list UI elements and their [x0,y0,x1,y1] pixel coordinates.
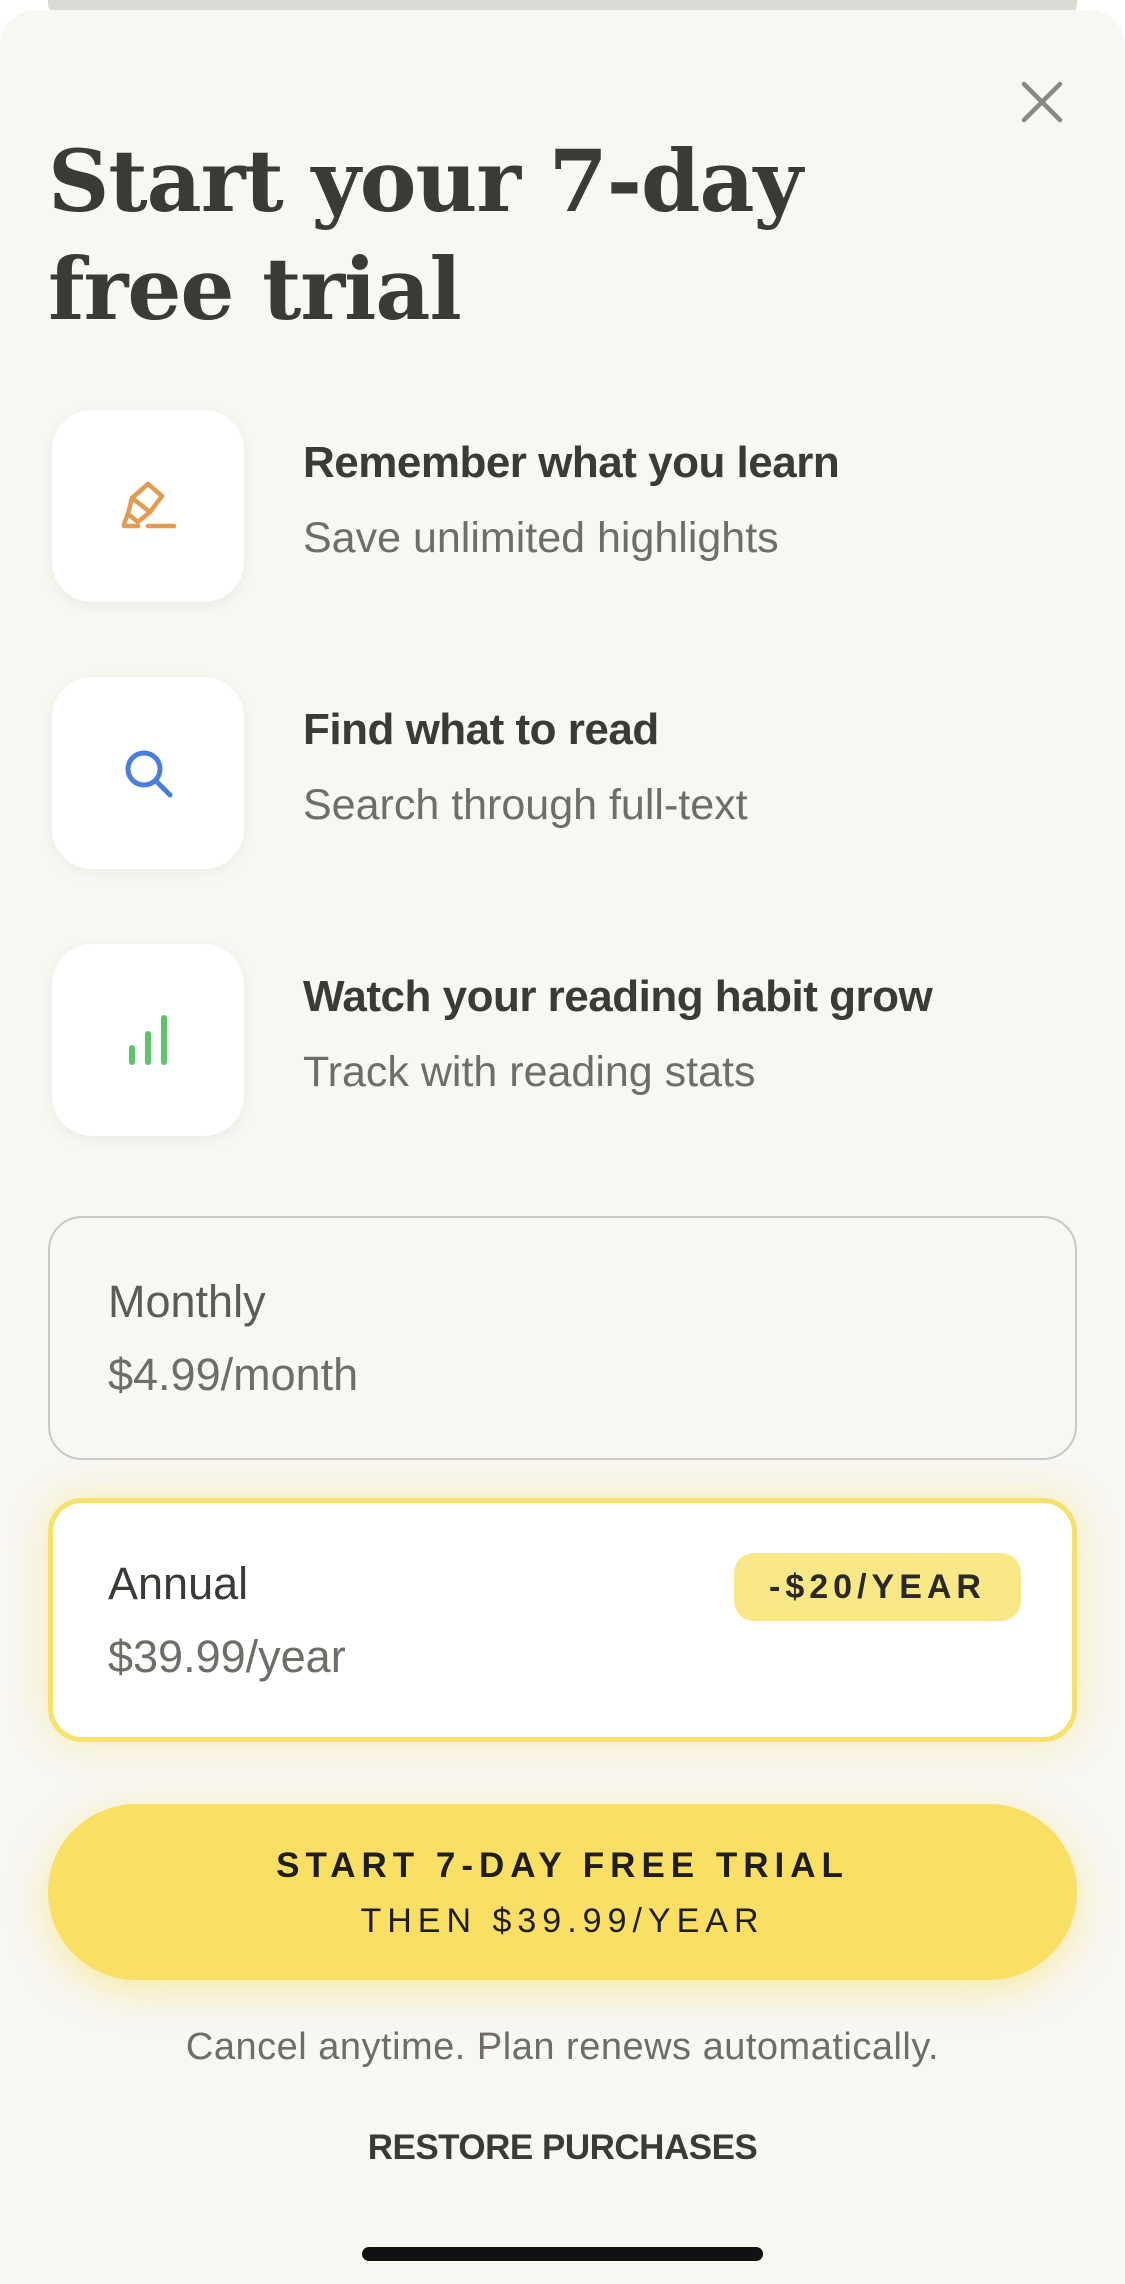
home-indicator[interactable] [362,2247,763,2261]
restore-purchases-button[interactable]: RESTORE PURCHASES [0,2128,1125,2168]
cta-primary-label: START 7-DAY FREE TRIAL [276,1846,849,1885]
plan-name: Monthly [108,1276,266,1327]
feature-title: Watch your reading habit grow [303,972,933,1021]
plan-option-monthly[interactable]: Monthly $4.99/month [48,1216,1077,1460]
cta-secondary-label: THEN $39.99/YEAR [360,1902,765,1940]
feature-title: Remember what you learn [303,438,840,487]
highlighter-icon [121,481,177,529]
feature-icon-tile [52,677,244,869]
plan-price: $4.99/month [108,1349,359,1400]
page-title: Start your 7-day free trial [48,128,948,344]
feature-stats: Watch your reading habit grow Track with… [52,944,1072,1136]
close-icon [1021,81,1063,123]
plan-price: $39.99/year [108,1631,346,1682]
title-line-1: Start your 7-day [48,132,803,232]
feature-highlights: Remember what you learn Save unlimited h… [52,410,1072,602]
start-trial-button[interactable]: START 7-DAY FREE TRIAL THEN $39.99/YEAR [48,1804,1077,1980]
renewal-disclaimer: Cancel anytime. Plan renews automaticall… [185,2026,940,2068]
close-button[interactable] [1012,72,1072,132]
feature-title: Find what to read [303,705,659,754]
plan-option-annual[interactable]: Annual $39.99/year -$20/YEAR [48,1498,1077,1742]
plan-name: Annual [108,1558,249,1609]
feature-icon-tile [52,410,244,602]
title-line-2: free trial [48,240,462,340]
discount-badge: -$20/YEAR [734,1553,1021,1621]
paywall-sheet: Start your 7-day free trial Remember what… [0,10,1125,2284]
feature-search: Find what to read Search through full-te… [52,677,1072,869]
feature-subtitle: Search through full-text [303,781,748,829]
search-icon [125,750,173,798]
feature-icon-tile [52,944,244,1136]
feature-subtitle: Track with reading stats [303,1048,756,1096]
feature-subtitle: Save unlimited highlights [303,514,779,562]
bar-chart-icon [129,1015,167,1065]
